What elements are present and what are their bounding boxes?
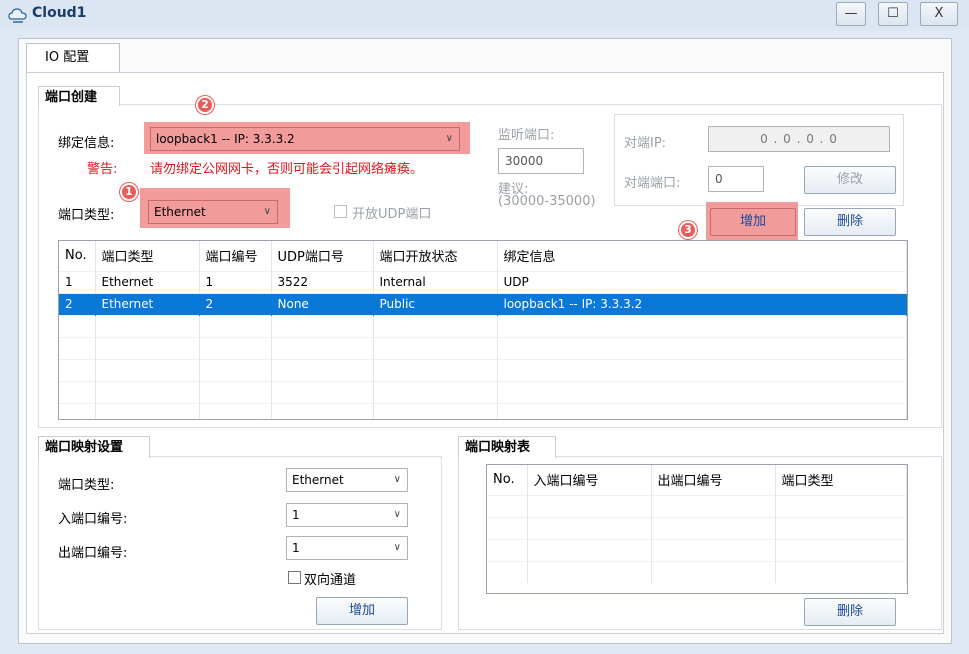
column-header[interactable]: No. — [487, 465, 528, 495]
table-header: No. 端口类型 端口编号 UDP端口号 端口开放状态 绑定信息 — [59, 241, 907, 271]
empty-row — [59, 380, 907, 403]
port-create-title: 端口创建 — [38, 86, 120, 106]
step-2-badge: 2 — [196, 96, 214, 114]
chevron-down-icon: ∨ — [393, 474, 401, 485]
table-row-selected[interactable]: 2 Ethernet 2 None Public loopback1 -- IP… — [59, 292, 907, 315]
column-header[interactable]: 出端口编号 — [651, 465, 776, 495]
mapping-table-title: 端口映射表 — [458, 436, 556, 458]
cell: Public — [373, 292, 498, 315]
bind-info-select[interactable]: loopback1 -- IP: 3.3.3.2 ∨ — [150, 127, 460, 151]
cell: Ethernet — [95, 270, 200, 293]
column-header[interactable]: 端口开放状态 — [373, 241, 498, 271]
close-button[interactable]: X — [920, 2, 958, 26]
maximize-button[interactable]: ☐ — [878, 2, 908, 26]
map-port-type-label: 端口类型: — [58, 478, 115, 493]
open-udp-label: 开放UDP端口 — [352, 207, 432, 222]
warning-text: 请勿绑定公网网卡，否则可能会引起网络瘫痪。 — [150, 162, 424, 177]
cell: Internal — [373, 270, 498, 293]
chevron-down-icon: ∨ — [393, 509, 401, 520]
empty-row — [59, 336, 907, 359]
cell: 1 — [199, 270, 272, 293]
port-type-select[interactable]: Ethernet ∨ — [148, 200, 278, 224]
suggest-range: (30000-35000) — [498, 194, 596, 209]
column-header[interactable]: 入端口编号 — [527, 465, 652, 495]
peer-port-label: 对端端口: — [624, 176, 681, 191]
minimize-button[interactable]: — — [836, 2, 866, 26]
step-1-badge: 1 — [120, 183, 138, 201]
listen-port-input[interactable]: 30000 — [498, 148, 584, 174]
empty-row — [59, 402, 907, 419]
empty-row — [487, 560, 907, 583]
window-title: Cloud1 — [32, 5, 87, 21]
add-port-button[interactable]: 增加 — [710, 208, 796, 236]
mapping-table[interactable]: No. 入端口编号 出端口编号 端口类型 — [486, 464, 908, 594]
peer-ip-input[interactable]: 0 . 0 . 0 . 0 — [708, 126, 890, 152]
chevron-down-icon: ∨ — [263, 206, 271, 217]
delete-port-button[interactable]: 删除 — [804, 208, 896, 236]
column-header[interactable]: No. — [59, 241, 96, 271]
peer-port-input[interactable]: 0 — [708, 166, 764, 192]
add-mapping-button[interactable]: 增加 — [316, 597, 408, 625]
cell: None — [271, 292, 374, 315]
port-type-label: 端口类型: — [58, 208, 115, 223]
modify-button[interactable]: 修改 — [804, 166, 896, 194]
bidirectional-label: 双向通道 — [304, 573, 357, 588]
empty-row — [59, 358, 907, 381]
cell: Ethernet — [95, 292, 200, 315]
cell: 3522 — [271, 270, 374, 293]
empty-row — [487, 538, 907, 561]
empty-row — [59, 314, 907, 337]
column-header[interactable]: 端口类型 — [775, 465, 907, 495]
out-port-label: 出端口编号: — [58, 546, 128, 561]
table-header: No. 入端口编号 出端口编号 端口类型 — [487, 465, 907, 495]
column-header[interactable]: UDP端口号 — [271, 241, 374, 271]
column-header[interactable]: 端口编号 — [199, 241, 272, 271]
peer-ip-label: 对端IP: — [624, 136, 667, 151]
out-port-select[interactable]: 1 ∨ — [286, 536, 408, 560]
title-bar: Cloud1 — ☐ X — [0, 0, 969, 30]
in-port-label: 入端口编号: — [58, 512, 128, 527]
cell: loopback1 -- IP: 3.3.3.2 — [497, 292, 907, 315]
cell: UDP — [497, 270, 907, 293]
empty-row — [487, 516, 907, 539]
map-port-type-select[interactable]: Ethernet ∨ — [286, 468, 408, 492]
listen-port-label: 监听端口: — [498, 128, 555, 143]
column-header[interactable]: 绑定信息 — [497, 241, 907, 271]
tab-io-config[interactable]: IO 配置 — [26, 43, 120, 73]
mapping-settings-title: 端口映射设置 — [38, 436, 150, 458]
open-udp-checkbox[interactable] — [334, 205, 347, 218]
bind-info-label: 绑定信息: — [58, 136, 115, 151]
in-port-select[interactable]: 1 ∨ — [286, 503, 408, 527]
warning-label: 警告: — [87, 162, 118, 177]
cell: 1 — [59, 270, 96, 293]
delete-mapping-button[interactable]: 删除 — [804, 598, 896, 626]
chevron-down-icon: ∨ — [445, 133, 453, 144]
table-row[interactable]: 1 Ethernet 1 3522 Internal UDP — [59, 270, 907, 293]
bidirectional-checkbox[interactable] — [288, 571, 301, 584]
step-3-badge: 3 — [679, 221, 697, 239]
cell: 2 — [199, 292, 272, 315]
cloud-app-icon — [8, 8, 27, 23]
empty-row — [487, 494, 907, 517]
chevron-down-icon: ∨ — [393, 542, 401, 553]
column-header[interactable]: 端口类型 — [95, 241, 200, 271]
cell: 2 — [59, 292, 96, 315]
port-table[interactable]: No. 端口类型 端口编号 UDP端口号 端口开放状态 绑定信息 1 Ether… — [58, 240, 908, 420]
